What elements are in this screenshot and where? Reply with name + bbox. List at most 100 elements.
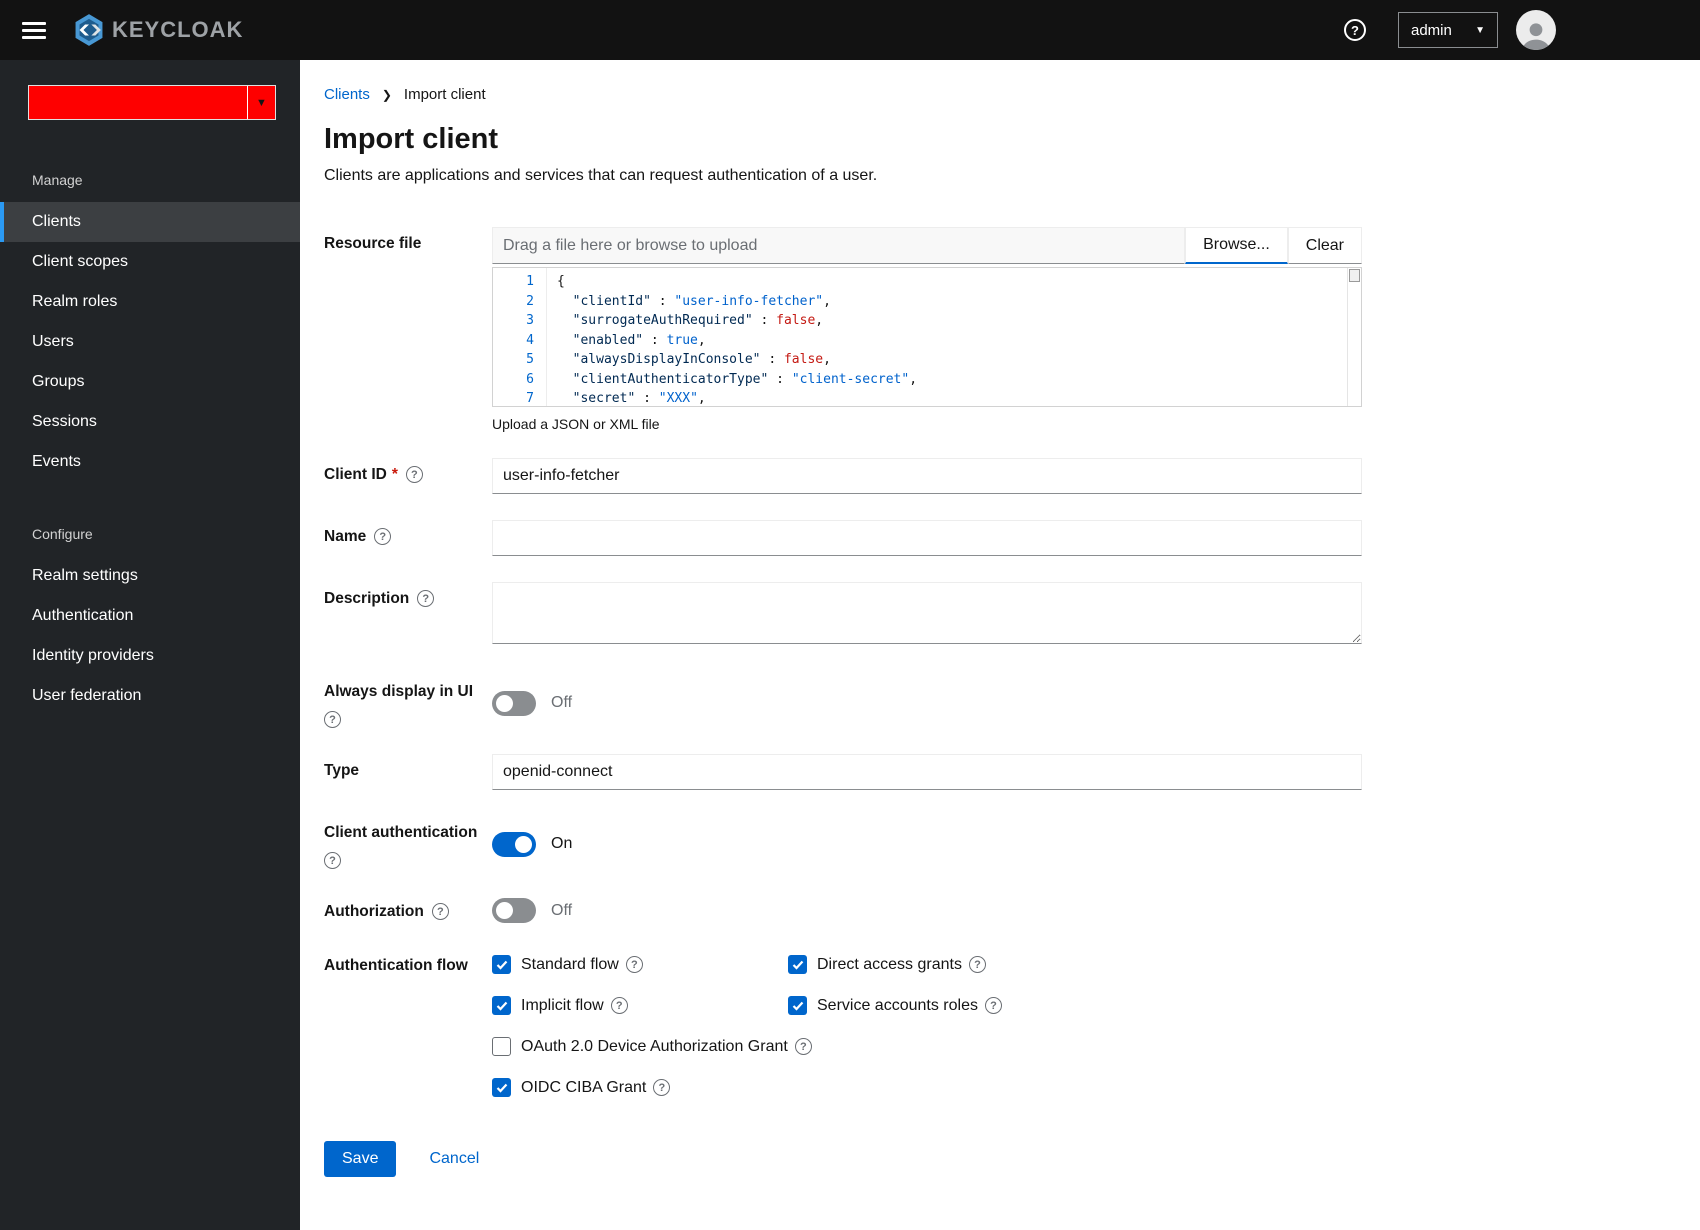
form-actions: Save Cancel bbox=[324, 1141, 1660, 1177]
checked-checkbox-implicit-flow[interactable] bbox=[492, 996, 511, 1015]
sidebar-item-identity-providers[interactable]: Identity providers bbox=[0, 636, 300, 676]
checked-checkbox-service-accounts-roles[interactable] bbox=[788, 996, 807, 1015]
authorization-toggle[interactable] bbox=[492, 898, 536, 923]
help-icon[interactable]: ? bbox=[625, 956, 643, 973]
scrollbar-thumb[interactable] bbox=[1349, 269, 1360, 282]
save-button[interactable]: Save bbox=[324, 1141, 397, 1177]
sidebar-item-label: Client scopes bbox=[32, 253, 129, 270]
name-label: Name bbox=[324, 528, 367, 545]
file-upload-control: Drag a file here or browse to upload Bro… bbox=[492, 227, 1362, 264]
type-label: Type bbox=[324, 762, 360, 779]
description-label: Description bbox=[324, 590, 410, 607]
code-line: { bbox=[557, 274, 565, 289]
checkbox-label: OIDC CIBA Grant bbox=[521, 1078, 647, 1096]
main-content: Clients ❯ Import client Import client Cl… bbox=[300, 60, 1700, 1230]
nav-section-manage: Manage bbox=[32, 172, 83, 188]
sidebar-item-label: Events bbox=[32, 453, 81, 470]
line-number: 5 bbox=[526, 352, 534, 367]
avatar-person-icon bbox=[1522, 23, 1550, 50]
toggle-knob bbox=[515, 835, 532, 853]
checkbox-label: Standard flow bbox=[521, 955, 619, 973]
cancel-link[interactable]: Cancel bbox=[429, 1150, 479, 1168]
sidebar-item-client-scopes[interactable]: Client scopes bbox=[0, 242, 300, 282]
authentication-flow-row: Authentication flow Standard flow? Direct… bbox=[324, 949, 1660, 1097]
sidebar-item-events[interactable]: Events bbox=[0, 442, 300, 482]
client-authentication-toggle[interactable] bbox=[492, 831, 536, 857]
breadcrumb-current: Import client bbox=[403, 86, 486, 103]
sidebar-item-label: User federation bbox=[32, 687, 142, 704]
name-label-group: Name ? bbox=[324, 520, 492, 556]
authorization-state: Off bbox=[551, 901, 573, 919]
sidebar-item-users[interactable]: Users bbox=[0, 322, 300, 362]
sidebar-item-realm-roles[interactable]: Realm roles bbox=[0, 282, 300, 322]
editor-scrollbar[interactable] bbox=[1347, 268, 1361, 406]
name-input[interactable] bbox=[492, 520, 1362, 556]
description-textarea[interactable] bbox=[492, 582, 1362, 644]
help-icon[interactable]: ? bbox=[431, 903, 449, 920]
check-icon bbox=[496, 960, 507, 970]
description-row: Description ? bbox=[324, 582, 1660, 649]
breadcrumb-clients-link[interactable]: Clients bbox=[324, 86, 370, 103]
line-number: 2 bbox=[526, 293, 534, 309]
always-display-row: Always display in UI ? Off bbox=[324, 675, 1660, 728]
auth-flow-option-service-accounts-roles: Service accounts roles? bbox=[788, 996, 1362, 1015]
resource-file-label: Resource file bbox=[324, 235, 422, 252]
user-menu-dropdown[interactable]: admin ▼ bbox=[1398, 12, 1498, 48]
sidebar-item-authentication[interactable]: Authentication bbox=[0, 596, 300, 636]
code-line: "surrogateAuthRequired" : false, bbox=[557, 313, 824, 328]
sidebar-item-sessions[interactable]: Sessions bbox=[0, 402, 300, 442]
sidebar-item-groups[interactable]: Groups bbox=[0, 362, 300, 402]
help-icon[interactable]: ? bbox=[324, 711, 341, 728]
authentication-flow-label: Authentication flow bbox=[324, 957, 468, 974]
code-line: "clientAuthenticatorType" : "client-secr… bbox=[557, 371, 918, 387]
always-display-toggle[interactable] bbox=[492, 690, 536, 716]
sidebar-item-user-federation[interactable]: User federation bbox=[0, 676, 300, 716]
realm-selector[interactable]: ▼ bbox=[28, 85, 276, 120]
help-icon[interactable]: ? bbox=[324, 852, 341, 869]
unchecked-checkbox-oauth-2-0-device-authorization-grant[interactable] bbox=[492, 1037, 511, 1056]
checkbox-label: Direct access grants bbox=[817, 955, 962, 973]
browse-button[interactable]: Browse... bbox=[1185, 227, 1288, 264]
user-avatar[interactable] bbox=[1516, 10, 1556, 50]
check-icon bbox=[496, 1001, 507, 1011]
help-icon[interactable]: ? bbox=[653, 1079, 671, 1096]
type-input[interactable] bbox=[492, 754, 1362, 790]
help-icon[interactable]: ? bbox=[984, 997, 1002, 1014]
code-line: "enabled" : true, bbox=[557, 332, 706, 348]
nav-configure-list: Realm settings Authentication Identity pro… bbox=[0, 556, 300, 716]
help-icon[interactable]: ? bbox=[1344, 19, 1366, 41]
auth-flow-option-oidc-ciba-grant: OIDC CIBA Grant? bbox=[492, 1078, 1362, 1097]
checkbox-label: OAuth 2.0 Device Authorization Grant bbox=[521, 1037, 788, 1055]
help-icon[interactable]: ? bbox=[417, 590, 435, 607]
checkbox-label: Implicit flow bbox=[521, 996, 604, 1014]
checked-checkbox-direct-access-grants[interactable] bbox=[788, 955, 807, 974]
help-icon[interactable]: ? bbox=[374, 528, 392, 545]
sidebar: ▼ Manage Clients Client scopes Realm roles… bbox=[0, 60, 300, 1230]
auth-flow-option-oauth-2-0-device-authorization-grant: OAuth 2.0 Device Authorization Grant? bbox=[492, 1037, 1362, 1056]
client-id-label-group: Client ID * ? bbox=[324, 458, 492, 494]
help-icon[interactable]: ? bbox=[968, 956, 986, 973]
page-subtitle: Clients are applications and services th… bbox=[324, 167, 878, 184]
code-content[interactable]: { "clientId" : "user-info-fetcher", "sur… bbox=[547, 268, 1347, 406]
realm-selector-value bbox=[29, 86, 247, 119]
help-icon[interactable]: ? bbox=[405, 466, 423, 483]
header-actions: ? admin ▼ bbox=[1344, 10, 1556, 50]
sidebar-item-label: Groups bbox=[32, 373, 85, 390]
auth-flow-option-standard-flow: Standard flow? bbox=[492, 955, 788, 974]
resource-file-label-group: Resource file bbox=[324, 227, 492, 432]
client-id-input[interactable] bbox=[492, 458, 1362, 494]
json-code-editor[interactable]: 1 2 3 4 5 6 7 { "clientId" : "user-info-fetche… bbox=[492, 267, 1362, 407]
clear-button[interactable]: Clear bbox=[1287, 227, 1362, 264]
type-row: Type bbox=[324, 754, 1660, 790]
code-line: "secret" : "XXX", bbox=[557, 391, 706, 406]
checked-checkbox-oidc-ciba-grant[interactable] bbox=[492, 1078, 511, 1097]
checked-checkbox-standard-flow[interactable] bbox=[492, 955, 511, 974]
chevron-right-icon: ❯ bbox=[381, 87, 392, 102]
file-drop-zone[interactable]: Drag a file here or browse to upload bbox=[492, 227, 1186, 264]
sidebar-item-clients[interactable]: Clients bbox=[0, 202, 300, 242]
sidebar-item-label: Sessions bbox=[32, 413, 97, 430]
hamburger-menu-icon[interactable] bbox=[22, 21, 46, 39]
sidebar-item-realm-settings[interactable]: Realm settings bbox=[0, 556, 300, 596]
help-icon[interactable]: ? bbox=[794, 1038, 812, 1055]
help-icon[interactable]: ? bbox=[610, 997, 628, 1014]
